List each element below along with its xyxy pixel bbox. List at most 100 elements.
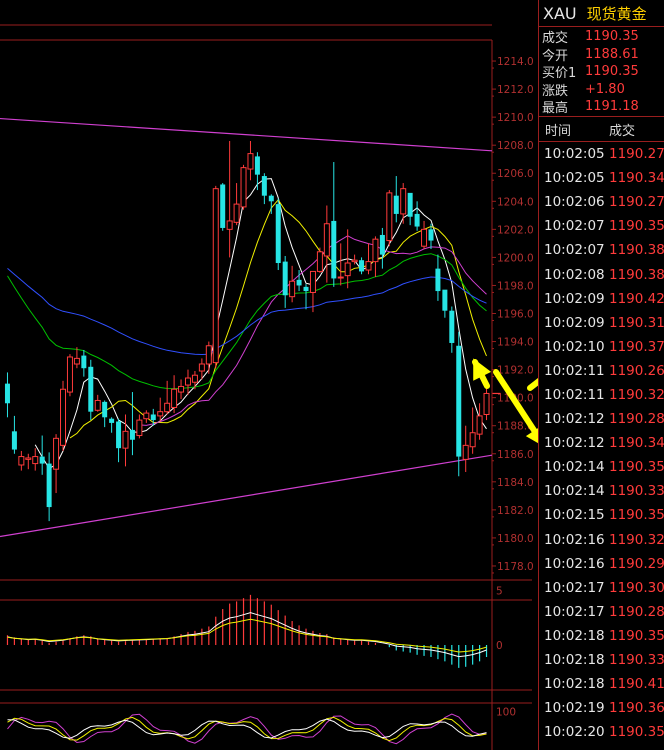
candle-body <box>456 345 462 457</box>
candle-body <box>351 259 358 263</box>
tick-time: 10:02:19 <box>544 700 605 717</box>
tick-row: 10:02:08 1190.38 <box>539 262 664 286</box>
ma20-line <box>139 235 487 426</box>
tick-price: 1190.42 <box>609 290 664 307</box>
tick-row: 10:02:05 1190.34 <box>539 166 664 190</box>
tick-price: 1190.27 <box>609 146 664 163</box>
candle-body <box>379 234 385 255</box>
instrument-header: XAU 现货黄金 <box>539 0 664 27</box>
tick-time: 10:02:16 <box>544 555 605 572</box>
symbol: XAU <box>543 3 577 23</box>
candle-body <box>316 251 323 272</box>
candle-body <box>428 229 434 241</box>
candle-body <box>442 289 448 311</box>
candle-body <box>88 366 94 412</box>
tick-row: 10:02:15 1190.35 <box>539 503 664 527</box>
macd-dif-line <box>7 612 487 658</box>
tick-price: 1190.28 <box>609 603 664 620</box>
tick-price: 1190.34 <box>609 435 664 452</box>
tick-time: 10:02:20 <box>544 724 605 741</box>
candle-body <box>407 192 413 217</box>
tick-time: 10:02:05 <box>544 170 605 187</box>
ticks-header: 时间 成交 <box>539 117 664 142</box>
candle-body <box>73 357 80 365</box>
tick-row: 10:02:20 1190.35 <box>539 720 664 744</box>
candle-body <box>164 402 171 413</box>
price-chart[interactable]: 1178.01180.01182.01184.01186.01188.01190… <box>0 0 538 750</box>
candle-body <box>184 377 191 386</box>
quote-label: 今开 <box>542 48 569 64</box>
y-tick-label: 1186.0 <box>497 449 534 461</box>
osc-tick-label: 100 <box>496 707 516 719</box>
candle-body <box>136 419 143 437</box>
candle-body <box>323 223 330 257</box>
candle-body <box>122 430 129 449</box>
candle-body <box>400 188 407 215</box>
candle-body <box>4 383 10 404</box>
candle-body <box>435 268 441 292</box>
tick-time: 10:02:18 <box>544 676 605 693</box>
y-tick-label: 1214.0 <box>497 56 534 68</box>
candle-body <box>66 356 73 393</box>
tick-time: 10:02:10 <box>544 338 605 355</box>
resistance-trendline <box>0 117 493 152</box>
candle-body <box>18 456 25 466</box>
quote-label: 买价1 <box>542 66 577 82</box>
quote-label: 最高 <box>542 101 569 117</box>
candle-body <box>393 195 399 214</box>
quote-row: 涨跌 +1.80 <box>539 81 664 99</box>
tick-price: 1190.35 <box>609 507 664 524</box>
tick-time: 10:02:09 <box>544 290 605 307</box>
quote-panel: XAU 现货黄金 成交 1190.35 今开 1188.61 买价1 1190.35 … <box>538 0 664 750</box>
candle-body <box>220 184 226 228</box>
instrument-name: 现货黄金 <box>586 4 647 23</box>
candle-body <box>11 431 17 450</box>
tick-price: 1190.31 <box>609 314 664 331</box>
y-tick-label: 1206.0 <box>497 168 534 180</box>
tick-row: 10:02:09 1190.31 <box>539 311 664 335</box>
candle-body <box>150 414 156 421</box>
tick-row: 10:02:07 1190.35 <box>539 214 664 238</box>
tick-row: 10:02:17 1190.28 <box>539 600 664 624</box>
tick-row: 10:02:19 1190.36 <box>539 696 664 720</box>
quote-summary: 成交 1190.35 今开 1188.61 买价1 1190.35 涨跌 +1.80 最… <box>539 27 664 117</box>
candle-body <box>386 192 393 242</box>
tick-price: 1190.38 <box>609 242 664 259</box>
candle-body <box>240 167 247 208</box>
quote-value: 1191.18 <box>585 99 639 115</box>
tick-row: 10:02:05 1190.27 <box>539 142 664 166</box>
ticks-list[interactable]: 10:02:05 1190.27 10:02:05 1190.34 10:02:06 11… <box>539 142 664 744</box>
quote-value: 1190.35 <box>585 29 639 45</box>
tick-price: 1190.33 <box>609 483 664 500</box>
quote-value: 1188.61 <box>585 46 639 62</box>
tick-row: 10:02:06 1190.27 <box>539 190 664 214</box>
candle-body <box>53 437 60 470</box>
y-tick-label: 1180.0 <box>497 533 534 545</box>
y-tick-label: 1208.0 <box>497 140 534 152</box>
tick-price: 1190.32 <box>609 386 664 403</box>
y-tick-label: 1182.0 <box>497 505 534 517</box>
quote-row: 成交 1190.35 <box>539 28 664 46</box>
y-tick-label: 1212.0 <box>497 84 534 96</box>
y-tick-label: 1198.0 <box>497 280 534 292</box>
macd-tick-label: 5 <box>496 586 503 598</box>
tick-price: 1190.35 <box>609 459 664 476</box>
candle-body <box>414 213 420 227</box>
candle-body <box>247 153 254 170</box>
tick-price: 1190.37 <box>609 338 664 355</box>
tick-price: 1190.33 <box>609 652 664 669</box>
candle-body <box>289 280 296 298</box>
tick-row: 10:02:12 1190.34 <box>539 431 664 455</box>
candle-body <box>191 374 198 383</box>
quote-label: 成交 <box>542 31 569 47</box>
ticks-header-time: 时间 <box>545 123 572 139</box>
quote-row: 买价1 1190.35 <box>539 63 664 81</box>
quote-row: 今开 1188.61 <box>539 46 664 64</box>
candle-body <box>81 355 87 369</box>
tick-row: 10:02:17 1190.30 <box>539 576 664 600</box>
tick-price: 1190.32 <box>609 531 664 548</box>
tick-time: 10:02:12 <box>544 435 605 452</box>
support-trendline <box>0 454 493 538</box>
tick-row: 10:02:07 1190.38 <box>539 238 664 262</box>
candle-body <box>268 195 274 202</box>
